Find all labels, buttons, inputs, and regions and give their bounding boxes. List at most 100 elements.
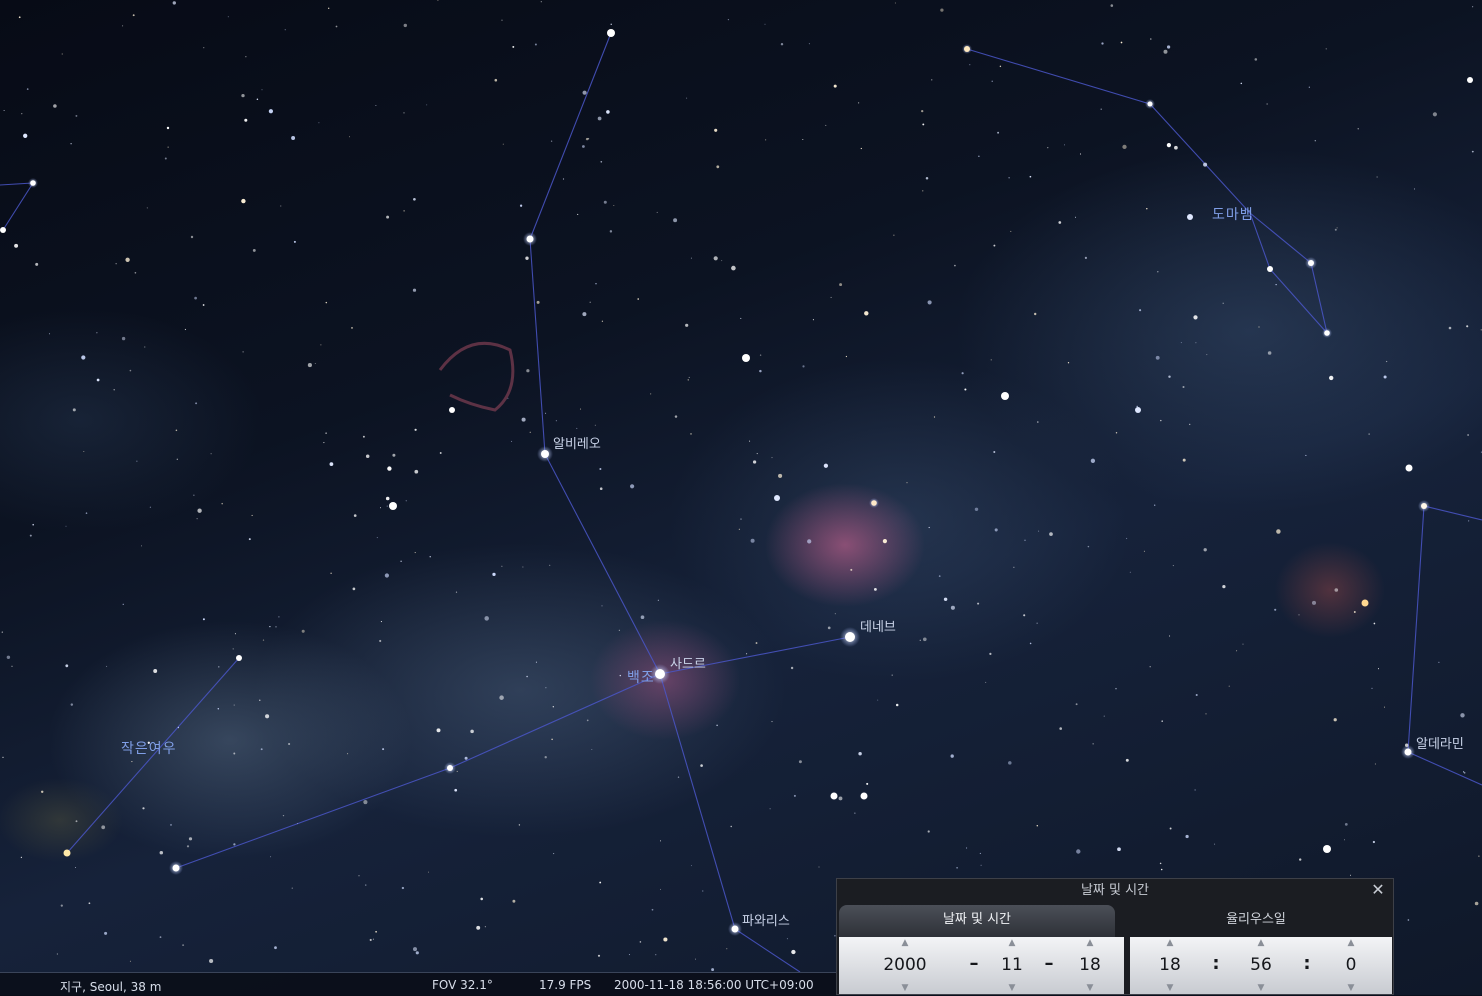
datetime-readout[interactable]: 2000-11-18 18:56:00 UTC+09:00 xyxy=(614,978,814,992)
minute-value[interactable]: 56 xyxy=(1236,954,1286,976)
field-star xyxy=(1438,661,1440,663)
field-star xyxy=(501,565,503,567)
field-star xyxy=(750,538,755,543)
field-star xyxy=(1195,693,1198,697)
field-star xyxy=(1166,45,1171,49)
field-star xyxy=(714,128,718,132)
field-star xyxy=(599,487,603,491)
year-value[interactable]: 2000 xyxy=(880,954,930,976)
field-star xyxy=(203,47,205,49)
day-value[interactable]: 18 xyxy=(1065,954,1115,976)
field-star xyxy=(978,155,980,157)
field-star xyxy=(1149,665,1151,668)
hour-spinbox[interactable]: ▲ 18 ▼ xyxy=(1145,937,1195,994)
second-down-arrow-icon[interactable]: ▼ xyxy=(1345,984,1357,993)
field-star xyxy=(372,938,374,940)
field-star xyxy=(1240,82,1243,85)
field-star xyxy=(75,820,78,823)
month-up-arrow-icon[interactable]: ▲ xyxy=(1006,939,1018,948)
field-star xyxy=(268,109,274,114)
nebula-veil xyxy=(438,341,515,412)
field-star xyxy=(755,642,758,644)
minute-spinbox[interactable]: ▲ 56 ▼ xyxy=(1236,937,1286,994)
field-star xyxy=(545,412,547,414)
tab-date-time[interactable]: 날짜 및 시간 xyxy=(839,905,1115,937)
location-readout[interactable]: 지구, Seoul, 38 m xyxy=(60,978,161,995)
minute-up-arrow-icon[interactable]: ▲ xyxy=(1255,939,1267,948)
field-star xyxy=(437,0,439,1)
dialog-title[interactable]: 날짜 및 시간 xyxy=(837,879,1393,903)
field-star xyxy=(251,514,253,516)
field-star xyxy=(562,178,565,180)
field-star xyxy=(74,866,77,869)
field-star xyxy=(414,428,417,431)
field-star xyxy=(663,937,668,942)
field-star xyxy=(823,463,829,468)
field-star xyxy=(599,881,602,884)
field-star xyxy=(353,514,357,517)
field-star xyxy=(551,738,553,741)
sky-view[interactable]: 알비레오 사드르 데네브 파와리스 알데라민 백조 도마뱀 작은여우 xyxy=(0,0,1482,995)
field-star xyxy=(269,625,271,628)
field-star xyxy=(1,631,3,633)
second-up-arrow-icon[interactable]: ▲ xyxy=(1345,939,1357,948)
field-star xyxy=(1150,38,1152,40)
field-star xyxy=(136,460,138,462)
day-down-arrow-icon[interactable]: ▼ xyxy=(1084,984,1096,993)
hour-down-arrow-icon[interactable]: ▼ xyxy=(1164,984,1176,993)
field-star xyxy=(1034,312,1037,316)
field-star xyxy=(1008,177,1010,179)
day-spinbox[interactable]: ▲ 18 ▼ xyxy=(1065,937,1115,994)
hour-value[interactable]: 18 xyxy=(1145,954,1195,976)
year-spinbox[interactable]: ▲ 2000 ▼ xyxy=(880,937,930,994)
date-time-dialog: 날짜 및 시간 ✕ 날짜 및 시간 율리우스일 ▲ 2000 ▼ – ▲ 11 … xyxy=(836,878,1394,995)
field-star xyxy=(70,143,72,145)
star-label-sadr[interactable]: 사드르 xyxy=(670,653,706,672)
month-value[interactable]: 11 xyxy=(987,954,1037,976)
field-star xyxy=(1462,771,1465,773)
field-star xyxy=(104,931,108,935)
field-star xyxy=(261,89,263,91)
minute-down-arrow-icon[interactable]: ▼ xyxy=(1255,984,1267,993)
field-star xyxy=(1376,176,1378,178)
field-star xyxy=(690,865,692,867)
field-star xyxy=(700,764,703,767)
field-star xyxy=(507,397,509,399)
field-star xyxy=(731,265,736,271)
year-up-arrow-icon[interactable]: ▲ xyxy=(899,939,911,948)
close-icon[interactable]: ✕ xyxy=(1369,881,1387,899)
star-label-fawaris[interactable]: 파와리스 xyxy=(742,910,790,929)
field-star xyxy=(778,473,783,478)
field-star xyxy=(922,637,927,642)
field-star xyxy=(1385,360,1388,363)
field-star xyxy=(1185,834,1189,839)
field-star xyxy=(1350,874,1351,876)
field-star xyxy=(964,388,967,391)
field-star xyxy=(480,897,483,901)
star-label-alderamin[interactable]: 알데라민 xyxy=(1416,733,1464,752)
year-down-arrow-icon[interactable]: ▼ xyxy=(899,984,911,993)
field-star xyxy=(726,948,728,950)
field-star xyxy=(1160,868,1163,871)
field-star xyxy=(1214,843,1216,845)
field-star xyxy=(175,429,178,432)
field-star xyxy=(927,300,932,305)
field-star xyxy=(1029,175,1032,178)
field-star xyxy=(1325,48,1327,50)
day-up-arrow-icon[interactable]: ▲ xyxy=(1084,939,1096,948)
field-star xyxy=(713,256,718,261)
date-separator: – xyxy=(1044,953,1054,974)
tab-julian-day[interactable]: 율리우스일 xyxy=(1127,905,1385,937)
field-star xyxy=(53,104,57,108)
field-star xyxy=(922,123,925,126)
star-label-albireo[interactable]: 알비레오 xyxy=(553,433,601,452)
field-star xyxy=(587,137,590,140)
month-down-arrow-icon[interactable]: ▼ xyxy=(1006,984,1018,993)
hour-up-arrow-icon[interactable]: ▲ xyxy=(1164,939,1176,948)
second-value[interactable]: 0 xyxy=(1326,954,1376,976)
field-star xyxy=(329,462,334,466)
field-star xyxy=(113,389,115,391)
second-spinbox[interactable]: ▲ 0 ▼ xyxy=(1326,937,1376,994)
star-label-deneb[interactable]: 데네브 xyxy=(860,616,896,635)
month-spinbox[interactable]: ▲ 11 ▼ xyxy=(987,937,1037,994)
